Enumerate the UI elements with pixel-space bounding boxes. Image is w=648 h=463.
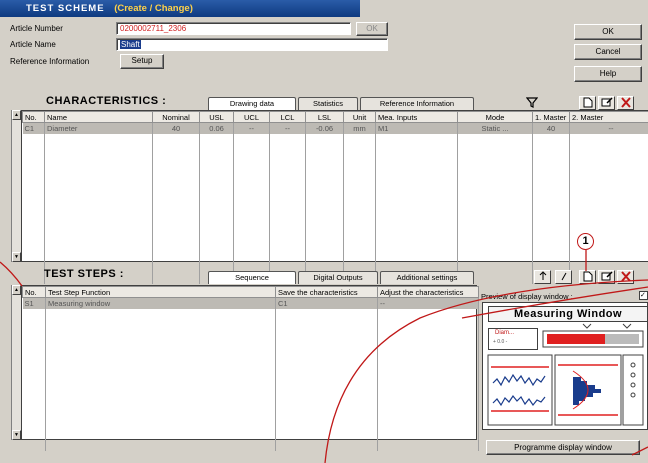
cell-master1: 40 xyxy=(532,122,570,134)
test-steps-scrollbar[interactable]: ▲ ▼ xyxy=(11,285,21,440)
preview-graphics xyxy=(487,323,644,426)
programme-display-window-button[interactable]: Programme display window xyxy=(486,440,640,455)
characteristics-title: CHARACTERISTICS : xyxy=(46,95,167,107)
scroll-down-icon[interactable]: ▼ xyxy=(12,252,21,262)
col-mea-inputs[interactable]: Mea. Inputs xyxy=(375,111,458,123)
window-title: TEST SCHEME xyxy=(26,3,105,14)
col-lsl[interactable]: LSL xyxy=(305,111,344,123)
characteristics-table: No. Name Nominal USL UCL LCL LSL Unit Me… xyxy=(21,110,648,284)
cell-step-no: S1 xyxy=(22,297,46,309)
col-ucl[interactable]: UCL xyxy=(233,111,270,123)
col-nominal[interactable]: Nominal xyxy=(152,111,200,123)
tab-drawing-data[interactable]: Drawing data xyxy=(208,97,296,110)
window-subtitle: (Create / Change) xyxy=(114,3,193,14)
characteristics-header-row: No. Name Nominal USL UCL LCL LSL Unit Me… xyxy=(22,111,648,123)
test-steps-table: No. Test Step Function Save the characte… xyxy=(21,285,479,451)
preview-label: Preview of display window : xyxy=(481,292,573,301)
col-step-no[interactable]: No. xyxy=(22,286,46,298)
col-adjust-characteristics[interactable]: Adjust the characteristics xyxy=(377,286,479,298)
article-ok-button[interactable]: OK xyxy=(356,22,388,36)
col-no[interactable]: No. xyxy=(22,111,45,123)
cell-name: Diameter xyxy=(44,122,153,134)
article-name-label: Article Name xyxy=(10,40,56,49)
col-master1[interactable]: 1. Master xyxy=(532,111,570,123)
col-lcl[interactable]: LCL xyxy=(269,111,306,123)
empty-rows xyxy=(22,308,479,451)
tab-sequence[interactable]: Sequence xyxy=(208,271,296,284)
help-button[interactable]: Help xyxy=(574,66,642,82)
cell-ucl: -- xyxy=(233,122,270,134)
table-row[interactable]: C1 Diameter 40 0.06 -- -- -0.06 mm M1 St… xyxy=(22,122,648,134)
cell-mea-inputs: M1 xyxy=(375,122,458,134)
cell-step-function: Measuring window xyxy=(45,297,276,309)
test-scheme-window: TEST SCHEME (Create / Change) Article Nu… xyxy=(0,0,648,463)
test-steps-header-row: No. Test Step Function Save the characte… xyxy=(22,286,479,298)
preview-checkbox[interactable]: ✓ xyxy=(639,291,648,300)
delete-characteristic-icon[interactable] xyxy=(617,96,634,110)
table-row[interactable]: S1 Measuring window C1 -- xyxy=(22,297,479,309)
cell-save-characteristics: C1 xyxy=(275,297,378,309)
tab-statistics[interactable]: Statistics xyxy=(298,97,358,110)
col-mode[interactable]: Mode xyxy=(457,111,533,123)
scroll-up-icon[interactable]: ▲ xyxy=(12,110,21,120)
edit-characteristic-icon[interactable] xyxy=(598,96,615,110)
col-save-characteristics[interactable]: Save the characteristics xyxy=(275,286,378,298)
characteristics-scrollbar[interactable]: ▲ ▼ xyxy=(11,110,21,262)
scroll-down-icon[interactable]: ▼ xyxy=(12,430,21,440)
test-steps-title: TEST STEPS : xyxy=(44,268,124,280)
cancel-button[interactable]: Cancel xyxy=(574,44,642,60)
empty-rows xyxy=(22,133,648,284)
col-step-function[interactable]: Test Step Function xyxy=(45,286,276,298)
move-down-icon[interactable] xyxy=(555,270,572,284)
setup-button[interactable]: Setup xyxy=(120,54,164,69)
col-master2[interactable]: 2. Master xyxy=(569,111,648,123)
scroll-up-icon[interactable]: ▲ xyxy=(12,285,21,295)
move-up-icon[interactable] xyxy=(534,270,551,284)
new-test-step-icon[interactable] xyxy=(579,270,596,284)
cell-lsl: -0.06 xyxy=(305,122,344,134)
ok-button[interactable]: OK xyxy=(574,24,642,40)
title-bar-filler xyxy=(360,0,648,17)
cell-lcl: -- xyxy=(269,122,306,134)
display-window-preview: Measuring Window Diam... + 0.0 - xyxy=(482,302,648,430)
article-number-field[interactable]: 0200002711_2306 xyxy=(116,22,351,35)
col-usl[interactable]: USL xyxy=(199,111,234,123)
cell-master2: -- xyxy=(569,122,648,134)
cell-unit: mm xyxy=(343,122,376,134)
tab-reference-information[interactable]: Reference Information xyxy=(360,97,474,110)
new-characteristic-icon[interactable] xyxy=(579,96,596,110)
delete-test-step-icon[interactable] xyxy=(617,270,634,284)
article-name-value: Shaft xyxy=(120,40,141,49)
cell-no: C1 xyxy=(22,122,45,134)
article-number-label: Article Number xyxy=(10,24,63,33)
tab-additional-settings[interactable]: Additional settings xyxy=(380,271,474,284)
callout-marker: 1 xyxy=(577,233,594,250)
tab-digital-outputs[interactable]: Digital Outputs xyxy=(298,271,378,284)
filter-funnel-icon[interactable] xyxy=(523,96,540,110)
cell-nominal: 40 xyxy=(152,122,200,134)
article-name-field[interactable]: Shaft xyxy=(116,38,388,51)
cell-mode: Static ... xyxy=(457,122,533,134)
window-title-bar: TEST SCHEME (Create / Change) xyxy=(0,0,360,17)
cell-adjust-characteristics: -- xyxy=(377,297,479,309)
col-unit[interactable]: Unit xyxy=(343,111,376,123)
reference-information-label: Reference Information xyxy=(10,57,90,66)
col-name[interactable]: Name xyxy=(44,111,153,123)
cell-usl: 0.06 xyxy=(199,122,234,134)
edit-test-step-icon[interactable] xyxy=(598,270,615,284)
